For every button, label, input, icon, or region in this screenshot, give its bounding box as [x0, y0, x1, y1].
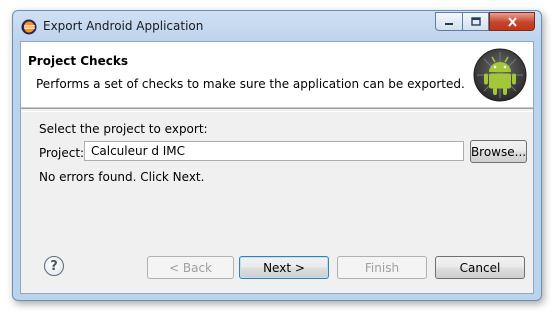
maximize-icon[interactable]	[462, 12, 489, 31]
finish-button[interactable]: Finish	[337, 256, 427, 279]
browse-button[interactable]: Browse...	[470, 140, 527, 163]
project-label: Project:	[39, 146, 85, 160]
window-title: Export Android Application	[43, 19, 204, 33]
dialog-content: Project Checks Performs a set of checks …	[20, 41, 534, 294]
android-icon	[473, 48, 527, 102]
export-dialog: Export Android Application Project Check…	[12, 10, 542, 301]
window-controls	[435, 12, 535, 31]
project-input[interactable]	[84, 141, 464, 161]
header-separator	[21, 108, 533, 112]
select-project-label: Select the project to export:	[39, 122, 208, 136]
next-button[interactable]: Next >	[239, 256, 329, 279]
back-button[interactable]: < Back	[147, 256, 234, 279]
close-icon[interactable]	[489, 12, 535, 31]
status-message: No errors found. Click Next.	[39, 170, 205, 184]
wizard-header: Project Checks Performs a set of checks …	[21, 42, 533, 108]
help-icon[interactable]: ?	[44, 256, 64, 276]
eclipse-icon	[21, 19, 37, 35]
title-bar: Export Android Application	[13, 11, 541, 43]
page-title: Project Checks	[28, 54, 128, 68]
cancel-button[interactable]: Cancel	[435, 256, 525, 279]
minimize-icon[interactable]	[435, 12, 462, 31]
page-description: Performs a set of checks to make sure th…	[36, 77, 465, 91]
